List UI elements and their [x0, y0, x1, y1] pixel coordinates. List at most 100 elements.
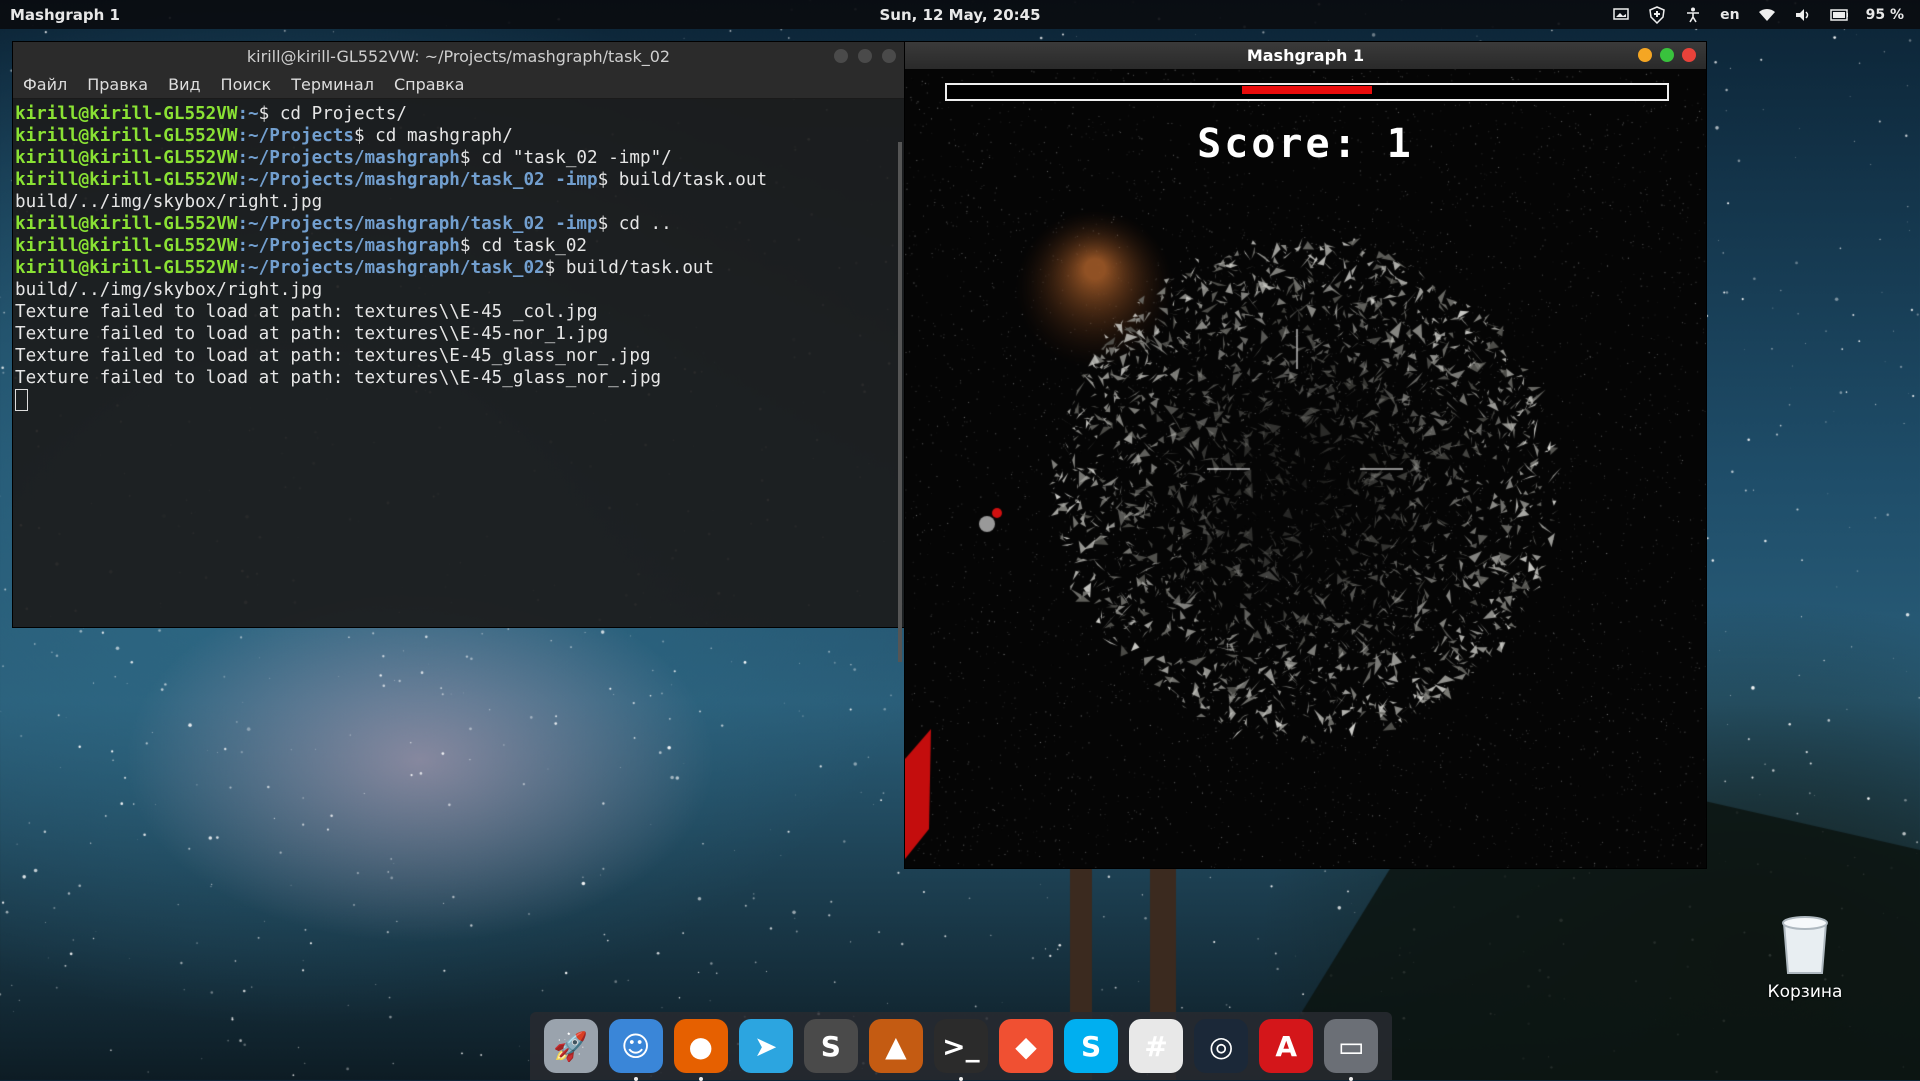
terminal-window: kirill@kirill-GL552VW: ~/Projects/mashgr… [13, 42, 904, 662]
battery-percentage[interactable]: 95 % [1866, 7, 1904, 23]
telegram-icon-glyph: ➤ [753, 1029, 778, 1063]
sublime-text-icon[interactable]: S [803, 1019, 858, 1073]
git-icon-glyph: ◆ [1015, 1029, 1037, 1063]
matlab-icon-glyph: ▲ [885, 1029, 907, 1063]
game-titlebar[interactable]: Mashgraph 1 [905, 42, 1706, 69]
terminal-line: build/../img/skybox/right.jpg [15, 280, 323, 300]
health-bar [945, 83, 1669, 101]
matlab-icon[interactable]: ▲ [868, 1019, 923, 1073]
game-title: Mashgraph 1 [1246, 46, 1365, 65]
launchpad-icon[interactable]: 🚀 [543, 1019, 598, 1073]
close-button[interactable] [1682, 48, 1696, 62]
telegram-icon[interactable]: ➤ [738, 1019, 793, 1073]
minimize-button[interactable] [834, 49, 848, 63]
command-text: $ cd Projects/ [258, 104, 407, 124]
menu-help[interactable]: Справка [394, 75, 465, 94]
launchpad-icon-glyph: 🚀 [553, 1029, 588, 1063]
prompt-user: kirill@kirill-GL552VW [15, 126, 238, 146]
terminal-line: kirill@kirill-GL552VW:~$ cd Projects/ [15, 103, 902, 125]
trash-label: Корзина [1767, 982, 1843, 1002]
slack-icon-glyph: # [1144, 1029, 1168, 1063]
terminal-line: Texture failed to load at path: textures… [15, 346, 651, 366]
prompt-path: :~/Projects [237, 126, 354, 146]
prompt-user: kirill@kirill-GL552VW [15, 170, 238, 190]
terminal-line: kirill@kirill-GL552VW:~/Projects/mashgra… [15, 235, 902, 257]
running-indicator [633, 1077, 638, 1081]
firefox-icon[interactable]: ● [673, 1019, 728, 1081]
terminal-titlebar[interactable]: kirill@kirill-GL552VW: ~/Projects/mashgr… [13, 42, 904, 70]
running-indicator [958, 1077, 963, 1081]
top-bar: Mashgraph 1 Sun, 12 May, 20:45 en 95 % [0, 0, 1920, 29]
sublime-text-icon-glyph: S [820, 1029, 841, 1063]
skype-icon[interactable]: S [1064, 1019, 1119, 1073]
slack-icon[interactable]: # [1129, 1019, 1184, 1073]
terminal-menubar: Файл Правка Вид Поиск Терминал Справка [13, 70, 904, 99]
pdf-reader-icon[interactable]: A [1259, 1019, 1314, 1073]
active-app-name[interactable]: Mashgraph 1 [10, 6, 120, 24]
menu-view[interactable]: Вид [168, 75, 200, 94]
menu-search[interactable]: Поиск [221, 75, 272, 94]
running-indicator [1349, 1077, 1354, 1081]
window-icon-glyph: ▭ [1338, 1029, 1365, 1063]
prompt-user: kirill@kirill-GL552VW [15, 104, 238, 124]
menu-terminal[interactable]: Терминал [291, 75, 374, 94]
command-text: $ cd task_02 [459, 236, 588, 256]
dock: 🚀 ☺ ● ➤ S ▲ >_ ◆ S # ◎ A ▭ [530, 1012, 1392, 1081]
keyboard-layout[interactable]: en [1720, 7, 1739, 23]
menu-file[interactable]: Файл [23, 75, 67, 94]
terminal-line: Texture failed to load at path: textures… [15, 324, 609, 344]
skype-icon-glyph: S [1080, 1029, 1102, 1063]
prompt-path: :~/Projects/mashgraph/task_02 -imp [237, 214, 598, 234]
shield-icon[interactable] [1648, 5, 1666, 24]
terminal-icon[interactable]: >_ [933, 1019, 988, 1081]
git-icon[interactable]: ◆ [998, 1019, 1053, 1073]
game-scene [905, 69, 1706, 868]
maximize-button[interactable] [858, 49, 872, 63]
wifi-icon[interactable] [1758, 7, 1776, 23]
prompt-path: :~/Projects/mashgraph/task_02 -imp [237, 170, 598, 190]
minimize-button[interactable] [1638, 48, 1652, 62]
prompt-path: :~/Projects/mashgraph [237, 236, 460, 256]
firefox-icon-glyph: ● [688, 1029, 713, 1063]
terminal-line: Texture failed to load at path: textures… [15, 368, 662, 388]
maximize-button[interactable] [1660, 48, 1674, 62]
terminal-icon-glyph: >_ [942, 1029, 980, 1063]
terminal-line: kirill@kirill-GL552VW:~/Projects/mashgra… [15, 213, 902, 235]
volume-icon[interactable] [1794, 7, 1812, 23]
finder-icon[interactable]: ☺ [608, 1019, 663, 1081]
steam-icon[interactable]: ◎ [1194, 1019, 1249, 1073]
trash-desktop-icon[interactable]: Корзина [1765, 915, 1845, 1002]
window-icon[interactable]: ▭ [1324, 1019, 1379, 1081]
terminal-line [15, 389, 902, 411]
terminal-line: kirill@kirill-GL552VW:~/Projects$ cd mas… [15, 125, 902, 147]
terminal-output[interactable]: kirill@kirill-GL552VW:~$ cd Projects/kir… [13, 99, 904, 415]
terminal-line: build/../img/skybox/right.jpg [15, 192, 323, 212]
game-viewport[interactable]: Score: 1 [905, 69, 1706, 868]
battery-icon[interactable] [1829, 7, 1848, 23]
command-text: $ cd mashgraph/ [353, 126, 513, 146]
close-button[interactable] [882, 49, 896, 63]
score-label: Score: 1 [1197, 121, 1414, 167]
prompt-user: kirill@kirill-GL552VW [15, 148, 238, 168]
terminal-scrollbar[interactable] [898, 142, 902, 662]
terminal-cursor [15, 389, 28, 411]
terminal-line: kirill@kirill-GL552VW:~/Projects/mashgra… [15, 169, 902, 191]
prompt-user: kirill@kirill-GL552VW [15, 258, 238, 278]
system-tray: en 95 % [1612, 5, 1904, 24]
steam-icon-glyph: ◎ [1208, 1029, 1234, 1063]
screen-icon[interactable] [1612, 7, 1630, 23]
command-text: $ cd "task_02 -imp"/ [459, 148, 672, 168]
finder-icon-glyph: ☺ [620, 1029, 651, 1063]
command-text: $ build/task.out [544, 258, 715, 278]
prompt-user: kirill@kirill-GL552VW [15, 214, 238, 234]
terminal-title: kirill@kirill-GL552VW: ~/Projects/mashgr… [246, 46, 671, 66]
terminal-line: kirill@kirill-GL552VW:~/Projects/mashgra… [15, 147, 902, 169]
prompt-path: :~/Projects/mashgraph [237, 148, 460, 168]
command-text: $ build/task.out [597, 170, 768, 190]
accessibility-icon[interactable] [1684, 7, 1702, 23]
menu-edit[interactable]: Правка [87, 75, 148, 94]
trash-icon [1782, 916, 1828, 974]
health-bar-fill [1242, 86, 1372, 94]
prompt-path: :~ [237, 104, 259, 124]
game-window: Mashgraph 1 Score: 1 [905, 42, 1706, 868]
